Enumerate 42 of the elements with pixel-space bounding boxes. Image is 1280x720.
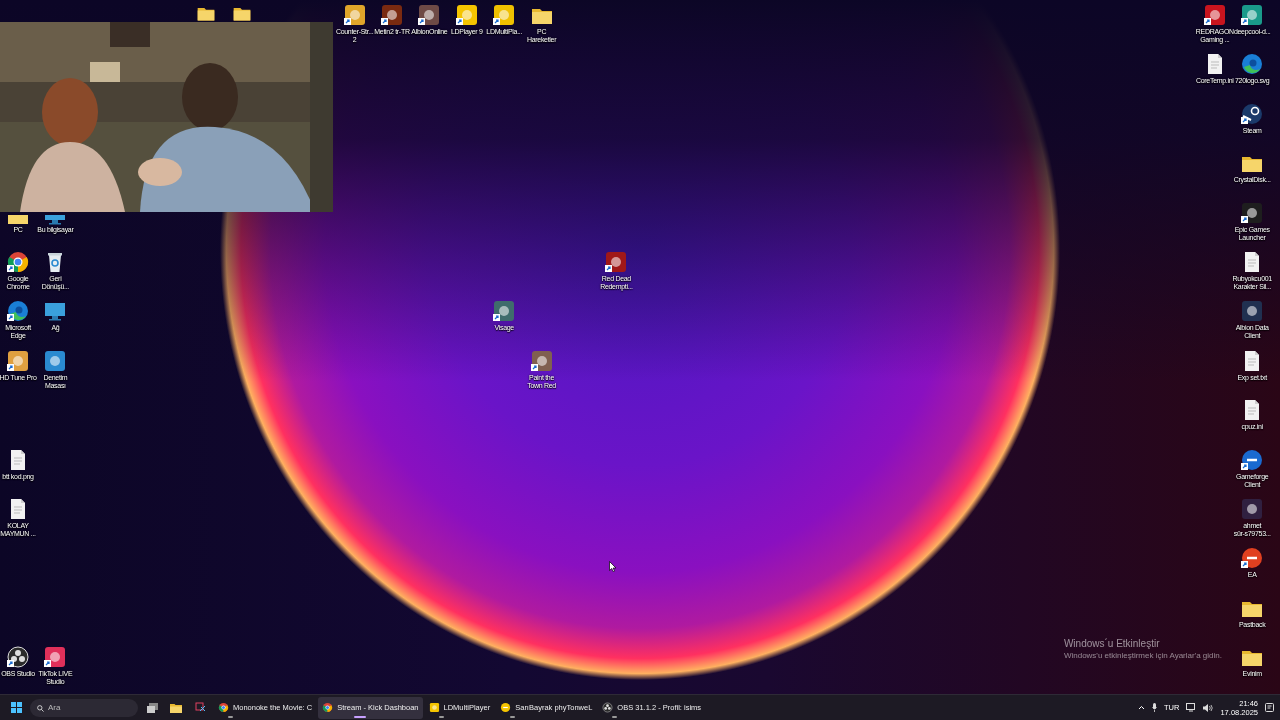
- search-field[interactable]: Ara: [30, 698, 138, 717]
- app-icon: [428, 702, 440, 713]
- app-icon: [43, 348, 68, 373]
- chrome-icon: [322, 702, 334, 713]
- search-icon: [37, 704, 44, 712]
- app-icon: [1240, 3, 1265, 27]
- microphone-icon[interactable]: [1152, 703, 1158, 712]
- app-icon: [1240, 497, 1265, 521]
- edge-icon: [1240, 52, 1265, 77]
- cursor-icon: [609, 561, 616, 572]
- folder-icon: [6, 214, 30, 225]
- app-icon: [1240, 299, 1265, 324]
- chevron-up-icon[interactable]: [1138, 705, 1146, 710]
- app-icon: [380, 3, 404, 27]
- app-icon: [342, 3, 367, 27]
- app-icon: [43, 645, 68, 670]
- folder-icon: [170, 702, 182, 713]
- app-icon: [1240, 546, 1265, 571]
- windows-logo-icon: [10, 702, 22, 713]
- chrome-icon: [218, 702, 229, 713]
- obs-icon: [6, 645, 30, 670]
- speaker-icon[interactable]: [1203, 703, 1214, 712]
- edge-icon: [6, 299, 30, 324]
- steam-icon: [1240, 101, 1265, 126]
- app-icon: [1240, 200, 1265, 225]
- app-icon: [6, 348, 30, 373]
- app-icon: [1202, 3, 1227, 27]
- notification-icon[interactable]: [1265, 703, 1274, 712]
- app-icon: [492, 299, 517, 324]
- activation-title: Windows´u Etkinleştir: [1063, 638, 1161, 649]
- app-icon: [1240, 447, 1265, 472]
- app-icon: [454, 3, 479, 27]
- chrome-icon: [6, 250, 30, 274]
- app-icon: [417, 3, 442, 27]
- app-icon: [500, 702, 512, 713]
- monitor-icon: [43, 214, 68, 225]
- obs-icon: [602, 702, 614, 713]
- network-icon[interactable]: [1186, 703, 1197, 712]
- task-view-icon: [146, 702, 158, 713]
- app-icon: [604, 250, 629, 274]
- activation-text: Windows'u etkinleştirmek için Ayarlar'a gidin.: [1063, 651, 1222, 660]
- app-icon: [492, 3, 517, 27]
